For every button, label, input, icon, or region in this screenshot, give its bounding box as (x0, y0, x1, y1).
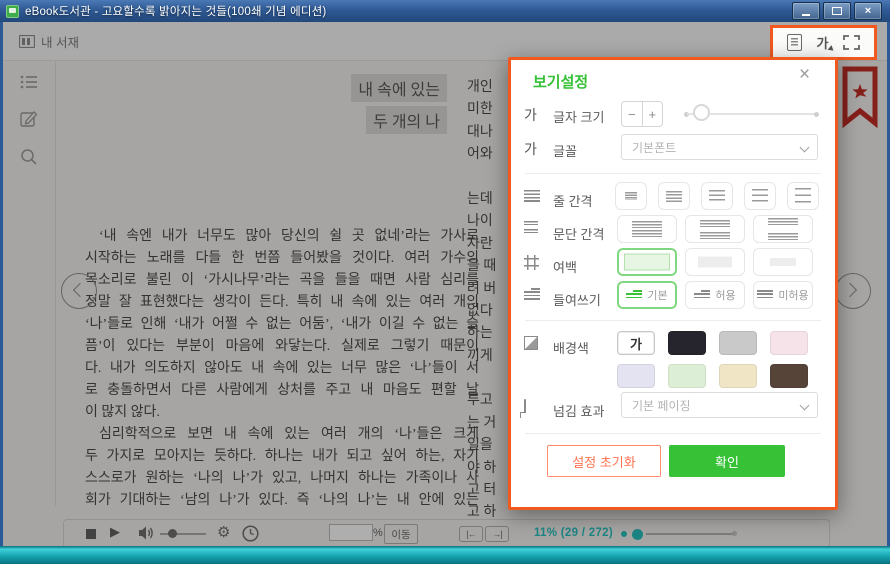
app-logo-icon (6, 5, 19, 18)
indent-option-label: 기본 (647, 287, 667, 303)
title-bar: eBook도서관 - 고요할수록 밝아지는 것들(100쇄 기념 에디션) × (0, 0, 890, 22)
font-family-icon: 가 (524, 139, 537, 159)
view-settings-icon[interactable]: 가 (817, 33, 829, 52)
page-effect-dropdown[interactable]: 기본 페이징 (621, 392, 818, 418)
font-size-increase-button[interactable]: + (643, 102, 663, 126)
panel-divider (525, 433, 821, 434)
line-spacing-icon (524, 190, 540, 203)
font-size-decrease-button[interactable]: − (622, 102, 643, 126)
font-family-dropdown[interactable]: 기본폰트 (621, 134, 818, 160)
page-info-icon[interactable] (787, 34, 802, 51)
paragraph-spacing-options (617, 215, 813, 243)
margin-options (617, 248, 813, 276)
indent-icon (524, 288, 540, 302)
window-bottom-frame (0, 546, 890, 564)
chevron-down-icon (800, 401, 810, 411)
bg-swatch-green[interactable] (668, 364, 706, 388)
app-content: 내 서재 내 속에 있는 두 개의 나 ‘내 속엔 내가 너무도 많아 당신의 … (3, 22, 887, 546)
paragraph-spacing-icon (524, 221, 538, 234)
indent-option-default-selected[interactable]: 기본 (617, 281, 677, 309)
font-family-label: 글꼴 (553, 141, 577, 160)
page-effect-label: 넘김 효과 (553, 401, 604, 420)
font-size-icon: 가 (524, 105, 537, 125)
view-settings-panel: 보기설정 × 가 글자 크기 − + 가 글꼴 기본폰트 줄 간격 (508, 57, 838, 510)
bg-swatch-char: 가 (630, 334, 642, 353)
panel-title: 보기설정 (533, 71, 588, 92)
line-spacing-option-2[interactable] (658, 182, 690, 210)
maximize-button[interactable] (823, 2, 851, 20)
window-title: eBook도서관 - 고요할수록 밝아지는 것들(100쇄 기념 에디션) (25, 3, 326, 19)
margin-icon (524, 255, 539, 270)
paragraph-spacing-label: 문단 간격 (553, 224, 604, 243)
indent-options: 기본 허용 미허용 (617, 281, 813, 309)
line-spacing-label: 줄 간격 (553, 191, 593, 210)
bg-swatch-row-2 (617, 364, 808, 388)
line-spacing-option-5[interactable] (787, 182, 819, 210)
page-effect-icon (524, 399, 526, 418)
indent-label: 들여쓰기 (553, 290, 601, 309)
indent-option-disallow[interactable]: 미허용 (753, 281, 813, 309)
indent-option-allow[interactable]: 허용 (685, 281, 745, 309)
minimize-icon (802, 14, 810, 16)
close-button[interactable]: × (854, 2, 882, 20)
page-effect-value: 기본 페이징 (632, 397, 691, 414)
line-spacing-options (615, 182, 819, 210)
bg-swatch-gray[interactable] (719, 331, 757, 355)
paragraph-spacing-option-3[interactable] (753, 215, 813, 243)
app-window: eBook도서관 - 고요할수록 밝아지는 것들(100쇄 기념 에디션) × … (0, 0, 890, 564)
bg-swatch-dark[interactable] (668, 331, 706, 355)
font-size-slider-max-dot (814, 112, 819, 117)
page-info-icon-lines (791, 38, 798, 47)
font-size-stepper: − + (621, 101, 663, 127)
line-spacing-option-4[interactable] (744, 182, 776, 210)
indent-option-label: 미허용 (778, 287, 808, 303)
bg-swatch-white[interactable]: 가 (617, 331, 655, 355)
bg-swatch-row-1: 가 (617, 331, 808, 355)
margin-label: 여백 (553, 257, 577, 276)
background-color-label: 배경색 (553, 338, 589, 357)
bg-swatch-cream[interactable] (719, 364, 757, 388)
panel-divider (525, 320, 821, 321)
confirm-button[interactable]: 확인 (669, 445, 785, 477)
background-color-icon (524, 336, 538, 350)
bg-swatch-pink[interactable] (770, 331, 808, 355)
close-icon: × (865, 6, 871, 17)
margin-option-3[interactable] (753, 248, 813, 276)
bg-swatch-brown[interactable] (770, 364, 808, 388)
panel-divider (525, 173, 821, 174)
minimize-button[interactable] (792, 2, 820, 20)
indent-option-label: 허용 (715, 287, 735, 303)
line-spacing-option-3[interactable] (701, 182, 733, 210)
font-size-label: 글자 크기 (553, 107, 604, 126)
font-family-value: 기본폰트 (632, 139, 676, 156)
maximize-icon (832, 7, 842, 15)
bg-swatch-lavender[interactable] (617, 364, 655, 388)
margin-option-2[interactable] (685, 248, 745, 276)
chevron-down-icon (800, 143, 810, 153)
line-spacing-option-1[interactable] (615, 182, 647, 210)
reset-settings-button[interactable]: 설정 초기화 (547, 445, 661, 477)
fullscreen-icon[interactable] (843, 35, 860, 50)
panel-close-icon[interactable]: × (799, 65, 810, 84)
margin-option-1-selected[interactable] (617, 248, 677, 276)
font-size-slider-knob[interactable] (693, 104, 710, 121)
view-tools-highlight-group: 가 (770, 25, 877, 60)
paragraph-spacing-option-1[interactable] (617, 215, 677, 243)
paragraph-spacing-option-2[interactable] (685, 215, 745, 243)
